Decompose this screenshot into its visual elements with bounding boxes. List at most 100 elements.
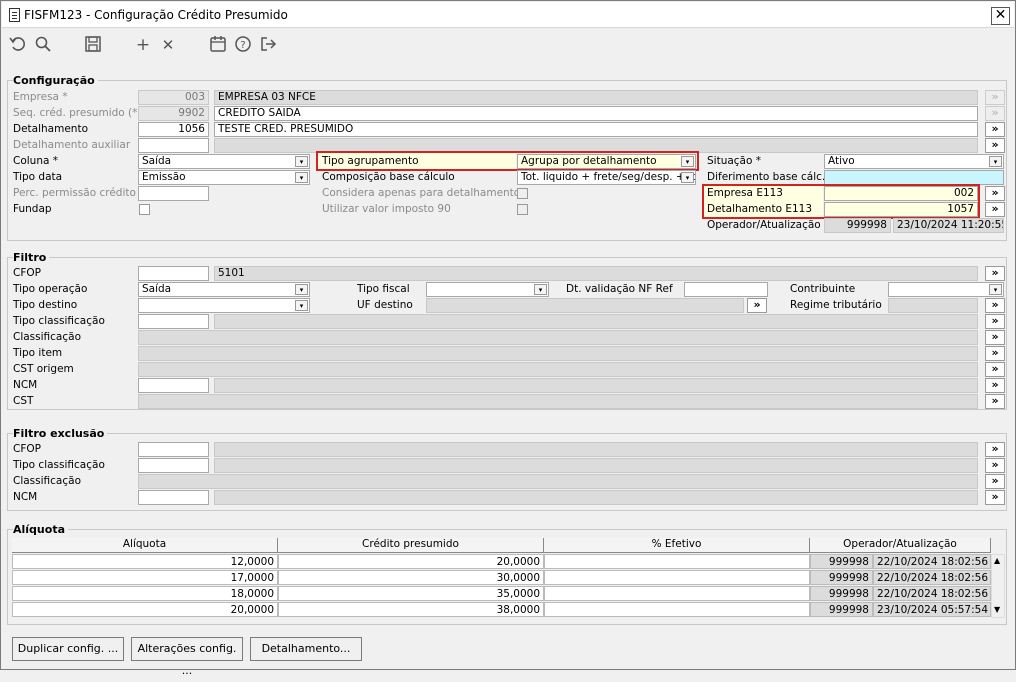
exc-cfop-lookup-button[interactable]: » [985,442,1005,457]
exit-icon[interactable] [258,35,278,55]
cst-origem-lookup-button[interactable]: » [985,362,1005,377]
aliquota-scrollbar[interactable]: ▲ ▼ [991,554,1005,618]
col-header-operador[interactable]: Operador/Atualização [810,538,991,553]
chevron-down-icon[interactable]: ▾ [681,156,694,167]
cst-lookup-button[interactable]: » [985,394,1005,409]
aliquota-cell[interactable]: 20,0000 [12,602,278,617]
contribuinte-select[interactable]: ▾ [888,282,1004,297]
ncm-lookup-button[interactable]: » [985,378,1005,393]
exc-ncm-field[interactable] [138,490,209,505]
exc-cfop-field[interactable] [138,442,209,457]
title-bar: FISFM123 - Configuração Crédito Presumid… [2,2,1014,28]
search-icon[interactable] [33,35,53,55]
efetivo-cell[interactable] [544,586,810,601]
save-icon[interactable] [83,35,103,55]
detalhamento-e113-field[interactable]: 1057 [824,202,978,217]
help-icon[interactable]: ? [233,35,253,55]
atualizacao-cell[interactable]: 23/10/2024 05:57:54 [873,602,991,617]
detalhamento-name-field[interactable]: TESTE CRED. PRESUMIDO [214,122,978,137]
tipo-classificacao-field[interactable] [138,314,209,329]
coluna-select[interactable]: Saída ▾ [138,154,310,169]
detalhamento-e113-lookup-button[interactable]: » [985,202,1005,217]
cfop-lookup-button[interactable]: » [985,266,1005,281]
detalhamento-button[interactable]: Detalhamento... [250,637,362,661]
tipo-fiscal-select[interactable]: ▾ [426,282,549,297]
cfop-field[interactable] [138,266,209,281]
tipo-data-select[interactable]: Emissão ▾ [138,170,310,185]
tipo-operacao-select[interactable]: Saída ▾ [138,282,310,297]
exc-classificacao-lookup-button[interactable]: » [985,474,1005,489]
exc-ncm-lookup-button[interactable]: » [985,490,1005,505]
ncm-field[interactable] [138,378,209,393]
atualizacao-cell[interactable]: 22/10/2024 18:02:56 [873,554,991,569]
detalhamento-aux-lookup-button[interactable]: » [985,138,1005,153]
dt-validacao-field[interactable] [684,282,768,297]
diferimento-field[interactable] [824,170,1004,185]
col-header-aliquota[interactable]: Alíquota [12,538,278,553]
seq-name-field[interactable]: CREDITO SAIDA [214,106,978,121]
exc-classificacao-list [138,474,978,489]
tipo-item-lookup-button[interactable]: » [985,346,1005,361]
fundap-checkbox[interactable] [139,204,150,215]
atualizacao-cell[interactable]: 22/10/2024 18:02:56 [873,586,991,601]
chevron-down-icon[interactable]: ▾ [295,284,308,295]
operador-cell[interactable]: 999998 [810,554,873,569]
efetivo-cell[interactable] [544,570,810,585]
regime-lookup-button[interactable]: » [985,298,1005,313]
classificacao-lookup-button[interactable]: » [985,330,1005,345]
credito-cell[interactable]: 20,0000 [278,554,544,569]
considera-checkbox[interactable] [517,188,528,199]
atualizacao-cell[interactable]: 22/10/2024 18:02:56 [873,570,991,585]
chevron-down-icon[interactable]: ▾ [989,284,1002,295]
credito-cell[interactable]: 38,0000 [278,602,544,617]
chevron-down-icon[interactable]: ▾ [989,156,1002,167]
svg-text:?: ? [240,40,245,51]
cst-list [138,394,978,409]
tipo-agrupamento-select[interactable]: Agrupa por detalhamento ▾ [517,154,696,169]
col-header-efetivo[interactable]: % Efetivo [544,538,810,553]
seq-label: Seq. créd. presumido (*) [13,107,142,119]
detalhamento-lookup-button[interactable]: » [985,122,1005,137]
empresa-e113-field[interactable]: 002 [824,186,978,201]
window-title: FISFM123 - Configuração Crédito Presumid… [24,8,288,22]
efetivo-cell[interactable] [544,554,810,569]
chevron-down-icon[interactable]: ▾ [534,284,547,295]
perc-permissao-field[interactable] [138,186,209,201]
considera-label: Considera apenas para detalhamento [322,187,521,199]
undo-icon[interactable] [8,35,28,55]
chevron-down-icon[interactable]: ▾ [295,156,308,167]
chevron-down-icon[interactable]: ▾ [295,172,308,183]
detalhamento-code-field[interactable]: 1056 [138,122,209,137]
credito-cell[interactable]: 35,0000 [278,586,544,601]
operador-cell[interactable]: 999998 [810,586,873,601]
exc-tipo-classificacao-field[interactable] [138,458,209,473]
exc-tipo-classificacao-lookup-button[interactable]: » [985,458,1005,473]
close-button[interactable]: ✕ [991,7,1010,25]
efetivo-cell[interactable] [544,602,810,617]
calendar-icon[interactable] [208,35,228,55]
scroll-down-icon[interactable]: ▼ [994,605,1000,614]
detalhamento-aux-code-field[interactable] [138,138,209,153]
delete-icon[interactable]: ✕ [158,35,178,55]
duplicar-config-button[interactable]: Duplicar config. ... [12,637,124,661]
chevron-down-icon[interactable]: ▾ [681,172,694,183]
tipo-destino-select[interactable]: ▾ [138,298,310,313]
col-header-credito[interactable]: Crédito presumido [278,538,544,553]
add-icon[interactable]: + [133,35,153,55]
composicao-select[interactable]: Tot. liquido + frete/seg/desp. + ipi ▾ [517,170,696,185]
aliquota-cell[interactable]: 17,0000 [12,570,278,585]
alteracoes-config-button[interactable]: Alterações config. ... [131,637,243,677]
operador-cell[interactable]: 999998 [810,570,873,585]
scroll-up-icon[interactable]: ▲ [994,556,1000,565]
tipo-classificacao-label: Tipo classificação [13,315,105,327]
credito-cell[interactable]: 30,0000 [278,570,544,585]
tipo-classificacao-lookup-button[interactable]: » [985,314,1005,329]
utilizar-checkbox[interactable] [517,204,528,215]
operador-cell[interactable]: 999998 [810,602,873,617]
aliquota-cell[interactable]: 18,0000 [12,586,278,601]
chevron-down-icon[interactable]: ▾ [295,300,308,311]
situacao-select[interactable]: Ativo ▾ [824,154,1004,169]
aliquota-cell[interactable]: 12,0000 [12,554,278,569]
empresa-e113-lookup-button[interactable]: » [985,186,1005,201]
uf-destino-lookup-button[interactable]: » [747,298,767,313]
